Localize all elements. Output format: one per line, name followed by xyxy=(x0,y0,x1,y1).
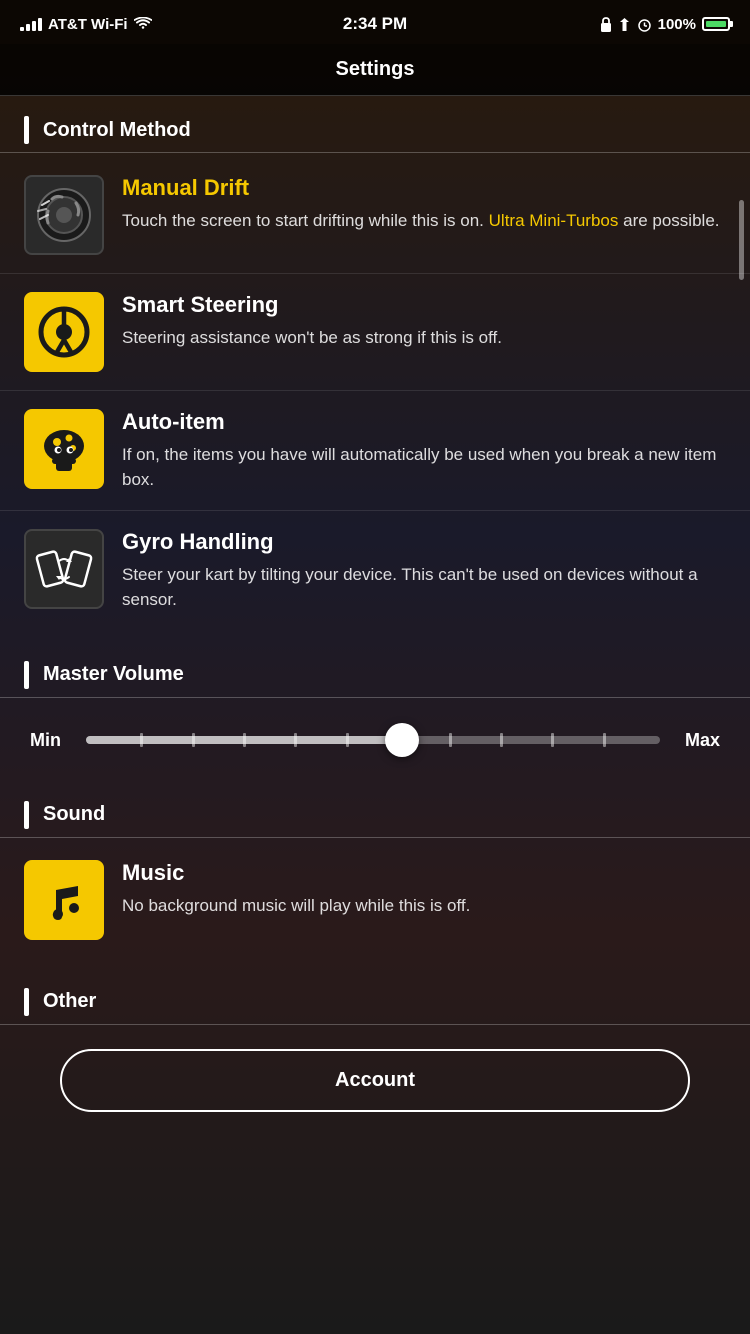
battery-label: 100% xyxy=(658,16,696,33)
status-left: AT&T Wi-Fi xyxy=(20,16,152,33)
volume-slider[interactable] xyxy=(86,736,660,744)
steering-wheel-svg xyxy=(35,303,93,361)
section-accent xyxy=(24,116,29,144)
page-header: Settings xyxy=(0,44,750,96)
alarm-icon xyxy=(637,17,652,32)
signal-bars xyxy=(20,18,42,31)
tick-10 xyxy=(603,733,606,747)
gyro-handling-item[interactable]: Gyro Handling Steer your kart by tilting… xyxy=(0,510,750,630)
tick-3 xyxy=(243,733,246,747)
music-icon xyxy=(24,860,104,940)
scrollbar[interactable] xyxy=(739,200,744,280)
smart-steering-name: Smart Steering xyxy=(122,292,726,318)
music-text: Music No background music will play whil… xyxy=(122,860,726,919)
account-section: Account xyxy=(0,1029,750,1132)
manual-drift-name: Manual Drift xyxy=(122,175,726,201)
music-desc: No background music will play while this… xyxy=(122,894,726,919)
manual-drift-text: Manual Drift Touch the screen to start d… xyxy=(122,175,726,234)
auto-item-text: Auto-item If on, the items you have will… xyxy=(122,409,726,492)
smart-steering-text: Smart Steering Steering assistance won't… xyxy=(122,292,726,351)
volume-control: Min Max xyxy=(0,702,750,771)
section-accent-volume xyxy=(24,661,29,689)
master-volume-title: Master Volume xyxy=(43,663,184,686)
account-button[interactable]: Account xyxy=(60,1049,690,1112)
smart-steering-item[interactable]: Smart Steering Steering assistance won't… xyxy=(0,273,750,390)
tick-7 xyxy=(449,733,452,747)
slider-thumb[interactable] xyxy=(385,723,419,757)
section-accent-other xyxy=(24,988,29,1016)
music-name: Music xyxy=(122,860,726,886)
tick-5 xyxy=(346,733,349,747)
smart-steering-desc: Steering assistance won't be as strong i… xyxy=(122,326,726,351)
sound-title: Sound xyxy=(43,803,105,826)
tick-1 xyxy=(140,733,143,747)
tick-4 xyxy=(294,733,297,747)
master-volume-section-header: Master Volume xyxy=(0,641,750,698)
ultra-mini-turbos-link: Ultra Mini-Turbos xyxy=(489,211,619,230)
volume-max-label: Max xyxy=(676,730,720,751)
manual-drift-item[interactable]: Manual Drift Touch the screen to start d… xyxy=(0,157,750,273)
auto-item-name: Auto-item xyxy=(122,409,726,435)
auto-item-item[interactable]: Auto-item If on, the items you have will… xyxy=(0,390,750,510)
volume-min-label: Min xyxy=(30,730,70,751)
settings-content: Control Method Manual Drift Touch xyxy=(0,96,750,1172)
gyro-svg xyxy=(34,539,94,599)
music-item[interactable]: Music No background music will play whil… xyxy=(0,842,750,958)
gyro-handling-desc: Steer your kart by tilting your device. … xyxy=(122,563,726,612)
battery-indicator xyxy=(702,17,730,31)
volume-row: Min Max xyxy=(30,730,720,751)
mushroom-svg xyxy=(35,420,93,478)
page-title: Settings xyxy=(336,58,415,80)
section-accent-sound xyxy=(24,801,29,829)
status-bar: AT&T Wi-Fi 2:34 PM 100% xyxy=(0,0,750,44)
carrier-label: AT&T Wi-Fi xyxy=(48,16,128,33)
location-icon xyxy=(618,17,631,32)
music-note-svg xyxy=(38,874,90,926)
smart-steering-icon xyxy=(24,292,104,372)
sound-section-header: Sound xyxy=(0,781,750,838)
status-time: 2:34 PM xyxy=(343,14,407,34)
tick-8 xyxy=(500,733,503,747)
auto-item-desc: If on, the items you have will automatic… xyxy=(122,443,726,492)
gyro-handling-icon xyxy=(24,529,104,609)
auto-item-icon xyxy=(24,409,104,489)
tick-2 xyxy=(192,733,195,747)
manual-drift-icon xyxy=(24,175,104,255)
control-method-section-header: Control Method xyxy=(0,96,750,153)
other-section-header: Other xyxy=(0,968,750,1025)
control-method-title: Control Method xyxy=(43,119,191,142)
gyro-handling-text: Gyro Handling Steer your kart by tilting… xyxy=(122,529,726,612)
wifi-icon xyxy=(134,17,152,31)
gyro-handling-name: Gyro Handling xyxy=(122,529,726,555)
status-right: 100% xyxy=(600,16,730,33)
tick-9 xyxy=(551,733,554,747)
slider-ticks xyxy=(86,736,660,744)
manual-drift-desc: Touch the screen to start drifting while… xyxy=(122,209,726,234)
tire-svg xyxy=(34,185,94,245)
lock-icon xyxy=(600,17,612,32)
other-title: Other xyxy=(43,990,96,1013)
